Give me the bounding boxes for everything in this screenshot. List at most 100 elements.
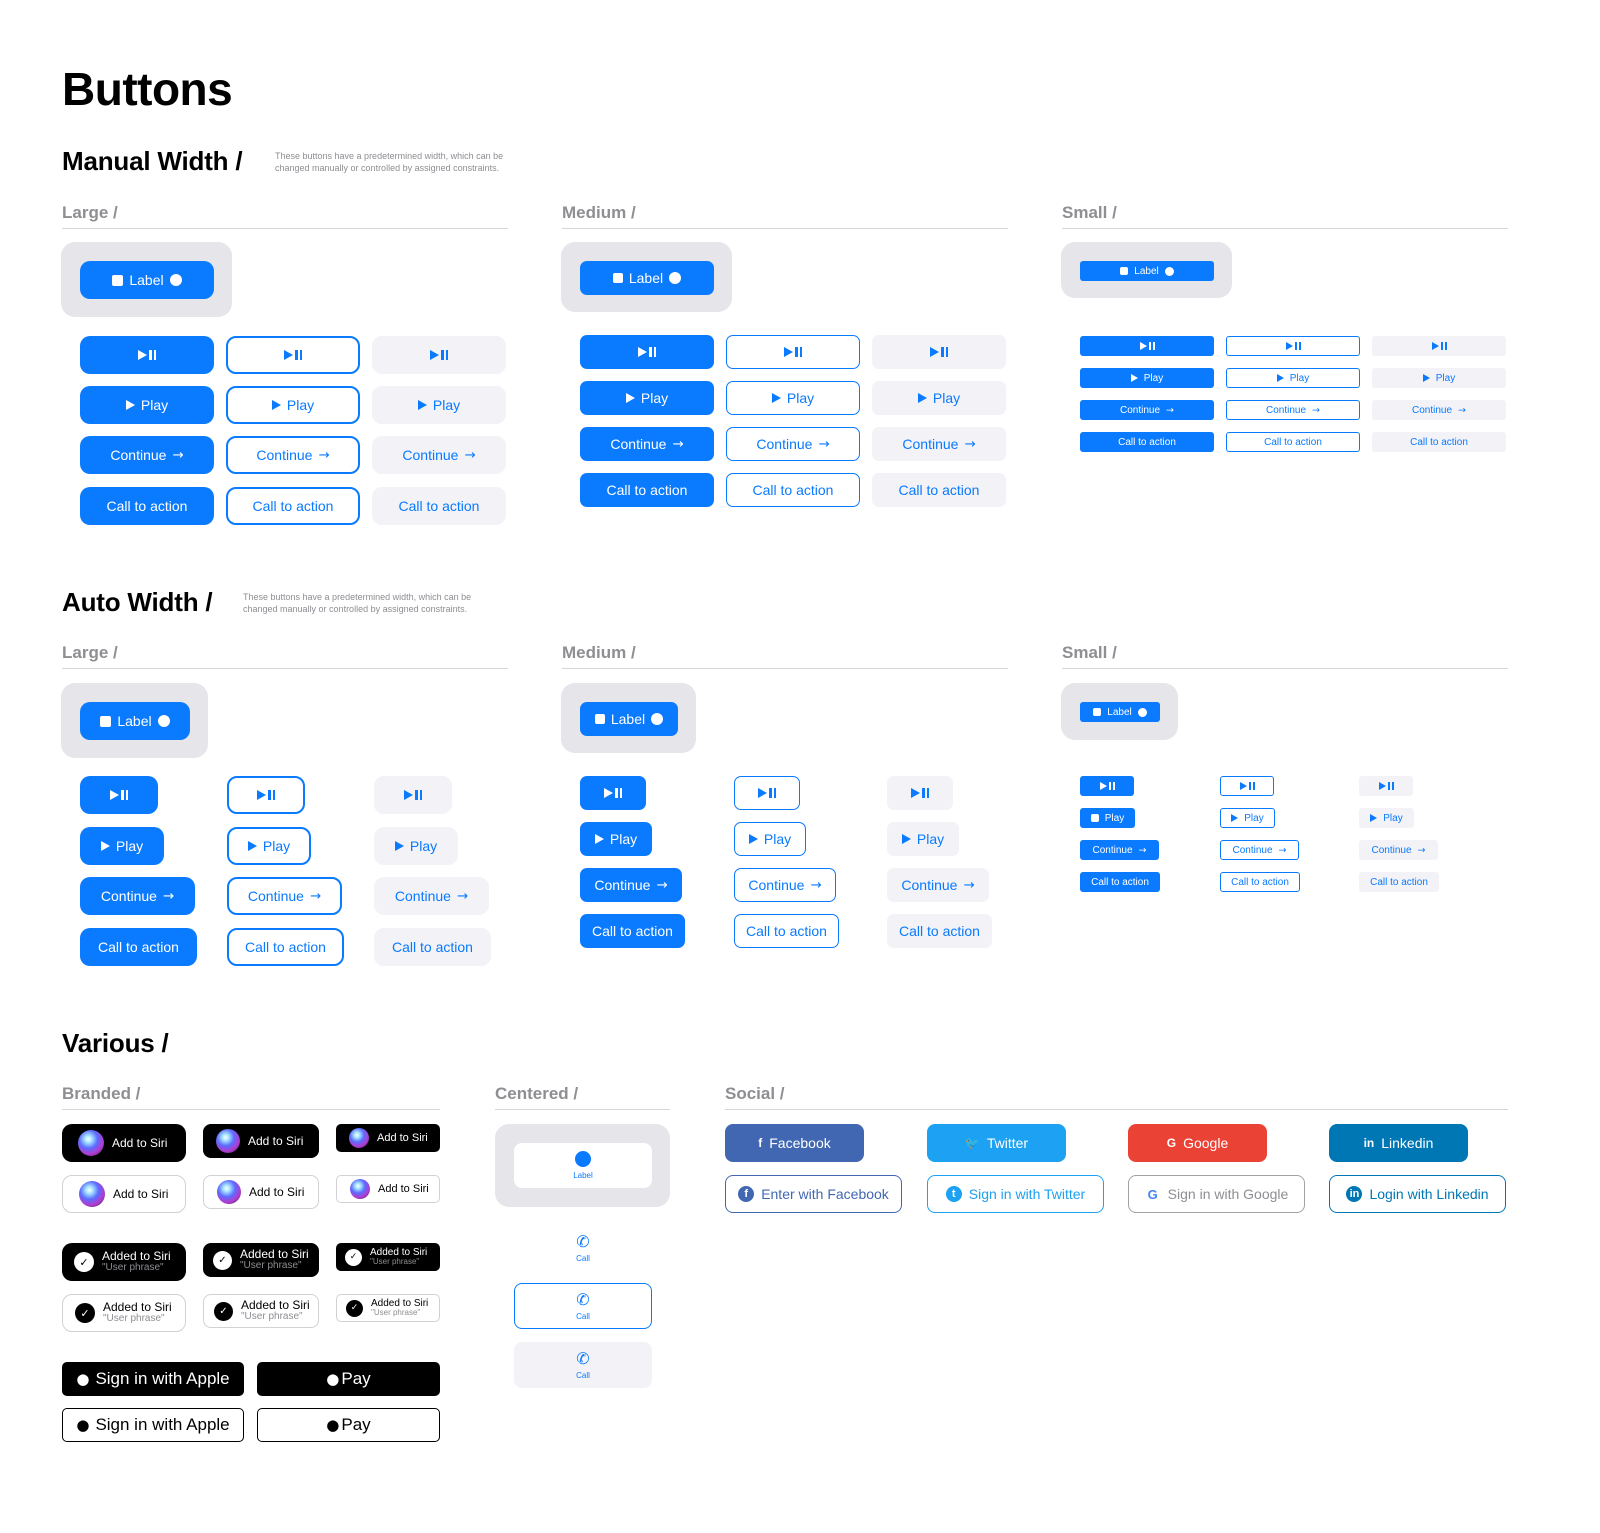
primary-play-button[interactable]: Play <box>1080 368 1214 388</box>
add-to-siri-button[interactable]: Add to Siri <box>62 1175 186 1213</box>
tinted-play-pause-button[interactable] <box>872 335 1006 369</box>
primary-continue-button[interactable]: Continue → <box>580 427 714 461</box>
linkedin-signin-button[interactable]: in Login with Linkedin <box>1329 1175 1506 1213</box>
tinted-play-button[interactable]: Play <box>1372 368 1506 388</box>
primary-call-to-action-button[interactable]: Call to action <box>580 473 714 507</box>
primary-play-button[interactable]: Play <box>580 822 652 856</box>
primary-play-pause-button[interactable] <box>580 335 714 369</box>
add-to-siri-button[interactable]: Add to Siri <box>203 1124 319 1158</box>
primary-play-pause-button[interactable] <box>1080 336 1214 356</box>
tinted-play-pause-button[interactable] <box>887 776 953 810</box>
added-to-siri-button[interactable]: ✓ Added to Siri "User phrase" <box>203 1243 319 1277</box>
sign-in-with-apple-button[interactable]: ● Sign in with Apple <box>62 1362 244 1396</box>
tinted-call-to-action-button[interactable]: Call to action <box>1359 872 1439 892</box>
outline-play-pause-button[interactable] <box>227 776 305 814</box>
label-button[interactable]: Label <box>1080 261 1214 281</box>
tinted-play-button[interactable]: Play <box>887 822 959 856</box>
outline-play-button[interactable]: Play <box>1226 368 1360 388</box>
outline-continue-button[interactable]: Continue → <box>726 427 860 461</box>
tinted-continue-button[interactable]: Continue → <box>1372 400 1506 420</box>
primary-continue-button[interactable]: Continue → <box>1080 840 1159 860</box>
primary-play-pause-button[interactable] <box>80 336 214 374</box>
outline-call-to-action-button[interactable]: Call to action <box>227 928 344 966</box>
tinted-continue-button[interactable]: Continue → <box>1359 840 1438 860</box>
call-button-outline[interactable]: ✆ Call <box>514 1283 652 1329</box>
added-to-siri-button[interactable]: ✓ Added to Siri "User phrase" <box>62 1294 186 1332</box>
outline-play-button[interactable]: Play <box>1220 808 1275 828</box>
tinted-call-to-action-button[interactable]: Call to action <box>372 487 506 525</box>
add-to-siri-button[interactable]: Add to Siri <box>336 1175 440 1203</box>
primary-play-pause-button[interactable] <box>80 776 158 814</box>
primary-continue-button[interactable]: Continue → <box>80 877 195 915</box>
tinted-play-pause-button[interactable] <box>1359 776 1413 796</box>
outline-continue-button[interactable]: Continue → <box>1220 840 1299 860</box>
primary-call-to-action-button[interactable]: Call to action <box>1080 872 1160 892</box>
outline-call-to-action-button[interactable]: Call to action <box>726 473 860 507</box>
tinted-play-button[interactable]: Play <box>374 827 458 865</box>
outline-play-pause-button[interactable] <box>1226 336 1360 356</box>
added-to-siri-button[interactable]: ✓ Added to Siri "User phrase" <box>62 1243 186 1281</box>
tinted-continue-button[interactable]: Continue → <box>374 877 489 915</box>
outline-play-button[interactable]: Play <box>726 381 860 415</box>
sign-in-with-apple-button[interactable]: ● Sign in with Apple <box>62 1408 244 1442</box>
facebook-signin-button[interactable]: f Enter with Facebook <box>725 1175 902 1213</box>
primary-call-to-action-button[interactable]: Call to action <box>580 914 685 948</box>
outline-play-button[interactable]: Play <box>227 827 311 865</box>
facebook-button[interactable]: f Facebook <box>725 1124 864 1162</box>
primary-call-to-action-button[interactable]: Call to action <box>80 487 214 525</box>
tinted-play-button[interactable]: Play <box>372 386 506 424</box>
primary-call-to-action-button[interactable]: Call to action <box>80 928 197 966</box>
twitter-button[interactable]: 🐦 Twitter <box>927 1124 1066 1162</box>
label-button[interactable]: Label <box>580 702 678 736</box>
primary-continue-button[interactable]: Continue → <box>80 436 214 474</box>
primary-call-to-action-button[interactable]: Call to action <box>1080 432 1214 452</box>
label-button[interactable]: Label <box>1080 702 1160 722</box>
tinted-continue-button[interactable]: Continue → <box>872 427 1006 461</box>
tinted-continue-button[interactable]: Continue → <box>372 436 506 474</box>
outline-play-button[interactable]: Play <box>734 822 806 856</box>
tinted-call-to-action-button[interactable]: Call to action <box>1372 432 1506 452</box>
add-to-siri-button[interactable]: Add to Siri <box>203 1175 319 1209</box>
call-button-plain[interactable]: ✆ Call <box>514 1226 652 1270</box>
outline-continue-button[interactable]: Continue → <box>734 868 836 902</box>
centered-label-button[interactable]: Label <box>514 1143 652 1188</box>
google-button[interactable]: G Google <box>1128 1124 1267 1162</box>
primary-continue-button[interactable]: Continue → <box>1080 400 1214 420</box>
tinted-play-pause-button[interactable] <box>374 776 452 814</box>
primary-play-button[interactable]: Play <box>1080 808 1135 828</box>
primary-play-pause-button[interactable] <box>1080 776 1134 796</box>
google-signin-button[interactable]: G Sign in with Google <box>1128 1175 1305 1213</box>
add-to-siri-button[interactable]: Add to Siri <box>62 1124 186 1162</box>
tinted-play-pause-button[interactable] <box>1372 336 1506 356</box>
added-to-siri-button[interactable]: ✓ Added to Siri "User phrase" <box>336 1243 440 1271</box>
outline-call-to-action-button[interactable]: Call to action <box>226 487 360 525</box>
twitter-signin-button[interactable]: t Sign in with Twitter <box>927 1175 1104 1213</box>
outline-play-pause-button[interactable] <box>1220 776 1274 796</box>
tinted-call-to-action-button[interactable]: Call to action <box>374 928 491 966</box>
added-to-siri-button[interactable]: ✓ Added to Siri "User phrase" <box>203 1294 319 1328</box>
label-button[interactable]: Label <box>80 702 190 740</box>
primary-play-pause-button[interactable] <box>580 776 646 810</box>
primary-continue-button[interactable]: Continue → <box>580 868 682 902</box>
call-button-tinted[interactable]: ✆ Call <box>514 1342 652 1388</box>
outline-call-to-action-button[interactable]: Call to action <box>1220 872 1300 892</box>
tinted-continue-button[interactable]: Continue → <box>887 868 989 902</box>
linkedin-button[interactable]: in Linkedin <box>1329 1124 1468 1162</box>
outline-continue-button[interactable]: Continue → <box>226 436 360 474</box>
tinted-play-button[interactable]: Play <box>1359 808 1414 828</box>
outline-play-pause-button[interactable] <box>734 776 800 810</box>
tinted-call-to-action-button[interactable]: Call to action <box>887 914 992 948</box>
outline-play-pause-button[interactable] <box>726 335 860 369</box>
outline-continue-button[interactable]: Continue → <box>227 877 342 915</box>
primary-play-button[interactable]: Play <box>580 381 714 415</box>
tinted-play-button[interactable]: Play <box>872 381 1006 415</box>
primary-play-button[interactable]: Play <box>80 827 164 865</box>
apple-pay-button[interactable]: ● Pay <box>257 1362 440 1396</box>
outline-play-pause-button[interactable] <box>226 336 360 374</box>
outline-call-to-action-button[interactable]: Call to action <box>1226 432 1360 452</box>
primary-play-button[interactable]: Play <box>80 386 214 424</box>
tinted-call-to-action-button[interactable]: Call to action <box>872 473 1006 507</box>
label-button[interactable]: Label <box>80 261 214 299</box>
tinted-play-pause-button[interactable] <box>372 336 506 374</box>
outline-play-button[interactable]: Play <box>226 386 360 424</box>
